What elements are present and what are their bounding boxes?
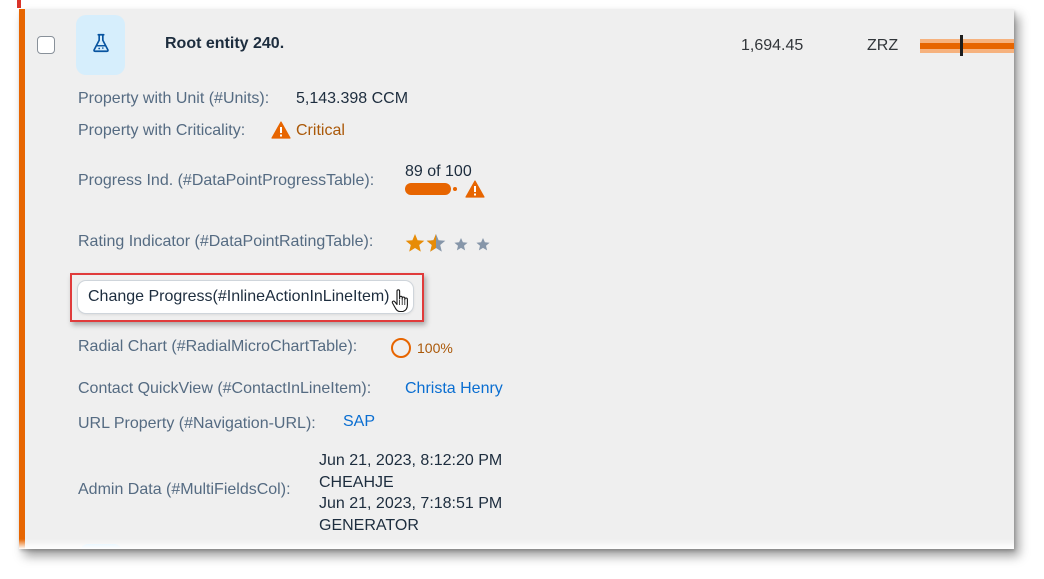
progress-indicator-remainder [453, 187, 457, 191]
progress-field-label: Progress Ind. (#DataPointProgressTable): [78, 172, 375, 189]
row-title: Root entity 240. [165, 35, 285, 52]
admin-changed-at: Jun 21, 2023, 8:12:20 PM [319, 452, 503, 469]
amount-value: 1,694.45 [741, 37, 804, 54]
list-edge-marker [17, 0, 21, 8]
rating-field-label: Rating Indicator (#DataPointRatingTable)… [78, 233, 374, 250]
rating-star-4 [476, 238, 490, 251]
url-link[interactable]: SAP [343, 413, 375, 431]
progress-value-text: 89 of 100 [405, 163, 472, 180]
admin-data-values: Jun 21, 2023, 8:12:20 PM CHEAHJE Jun 21,… [319, 450, 502, 536]
currency-code: ZRZ [867, 37, 899, 54]
bullet-chart-value-bar [920, 43, 1014, 49]
row-select-checkbox[interactable] [37, 36, 55, 54]
unit-field-label: Property with Unit (#Units): [78, 90, 270, 107]
criticality-field-label: Property with Criticality: [78, 122, 246, 139]
progress-warning-icon [465, 180, 485, 203]
radial-chart-value: 100% [417, 340, 453, 356]
admin-field-label: Admin Data (#MultiFieldsCol): [78, 481, 291, 498]
admin-created-at: Jun 21, 2023, 7:18:51 PM [319, 495, 503, 512]
highlight-indicator-bar [19, 9, 25, 549]
rating-star-3 [454, 238, 468, 251]
rating-star-1 [405, 234, 425, 252]
next-row-avatar [80, 544, 122, 549]
unit-field-value: 5,143.398 CCM [296, 90, 409, 107]
rating-indicator [405, 233, 495, 253]
radial-micro-chart [390, 337, 412, 364]
url-field-label: URL Property (#Navigation-URL): [78, 415, 316, 432]
callout-highlight-box [70, 273, 424, 322]
bullet-chart-target-marker [960, 35, 963, 56]
criticality-field-value: Critical [296, 122, 345, 139]
list-item-card[interactable]: Root entity 240. 1,694.45 ZRZ Property w… [19, 9, 1014, 549]
warning-triangle-icon [271, 121, 291, 144]
radial-field-label: Radial Chart (#RadialMicroChartTable): [78, 338, 358, 355]
avatar [76, 15, 125, 75]
progress-indicator-bar [405, 183, 451, 195]
hand-pointer-icon [391, 289, 411, 318]
contact-field-label: Contact QuickView (#ContactInLineItem): [78, 380, 372, 397]
admin-changed-by: CHEAHJE [319, 473, 394, 491]
admin-created-by: GENERATOR [319, 516, 419, 534]
lab-flask-icon [90, 32, 112, 59]
contact-link[interactable]: Christa Henry [405, 380, 503, 398]
